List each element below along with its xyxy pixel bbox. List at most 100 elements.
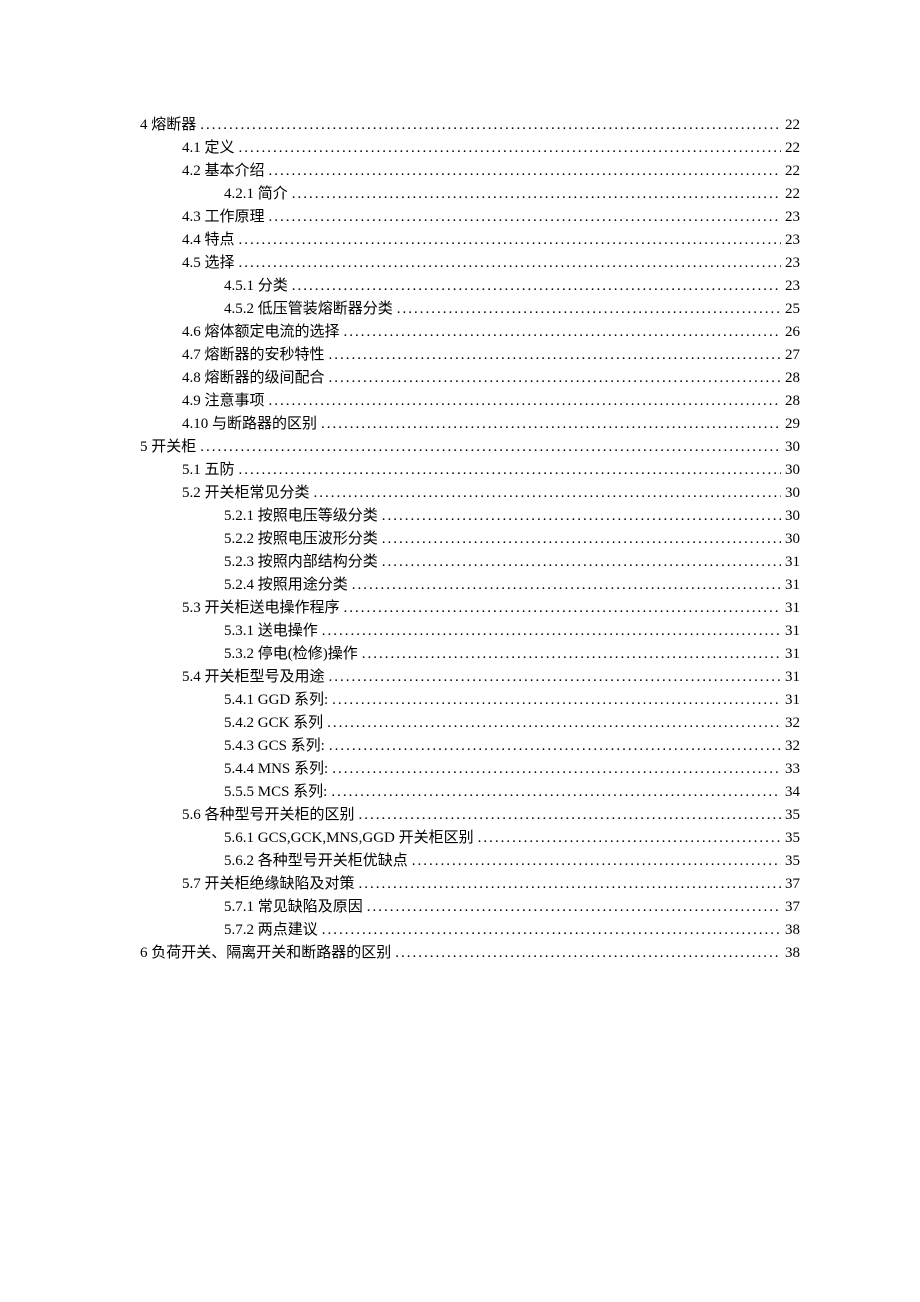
toc-leader-dots: [269, 394, 781, 409]
toc-leader-dots: [412, 854, 781, 869]
toc-entry: 4.6 熔体额定电流的选择 26: [140, 325, 800, 340]
toc-entry: 5.4.2 GCK 系列 32: [140, 716, 800, 731]
toc-entry-page: 37: [781, 900, 800, 915]
toc-entry: 4.8 熔断器的级间配合28: [140, 371, 800, 386]
toc-entry-label: 5.6.1 GCS,GCK,MNS,GGD 开关柜区别: [224, 831, 478, 846]
toc-leader-dots: [322, 624, 781, 639]
toc-entry-label: 5.4.1 GGD 系列:: [224, 693, 332, 708]
toc-entry: 4.1 定义 22: [140, 141, 800, 156]
toc-entry-page: 28: [781, 394, 800, 409]
toc-entry-label: 5.4 开关柜型号及用途: [182, 670, 329, 685]
toc-leader-dots: [382, 555, 781, 570]
toc-entry: 5.1 五防 30: [140, 463, 800, 478]
toc-entry: 5.4.4 MNS 系列:33: [140, 762, 800, 777]
toc-entry-label: 5.2.1 按照电压等级分类: [224, 509, 382, 524]
toc-entry-page: 30: [781, 463, 800, 478]
toc-leader-dots: [359, 808, 781, 823]
toc-entry-label: 4.6 熔体额定电流的选择: [182, 325, 344, 340]
toc-entry-page: 25: [781, 302, 800, 317]
toc-entry-label: 5.2.4 按照用途分类: [224, 578, 352, 593]
toc-leader-dots: [395, 946, 781, 961]
toc-entry: 5.2 开关柜常见分类30: [140, 486, 800, 501]
toc-entry-label: 6 负荷开关、隔离开关和断路器的区别: [140, 946, 395, 961]
toc-entry-page: 34: [781, 785, 800, 800]
toc-entry-label: 4.8 熔断器的级间配合: [182, 371, 329, 386]
toc-entry-label: 4.9 注意事项: [182, 394, 269, 409]
toc-leader-dots: [332, 693, 781, 708]
toc-entry-label: 4.4 特点: [182, 233, 239, 248]
toc-entry-page: 38: [781, 923, 800, 938]
toc-entry-page: 32: [781, 739, 800, 754]
toc-entry-label: 5.6.2 各种型号开关柜优缺点: [224, 854, 412, 869]
toc-entry-page: 27: [781, 348, 800, 363]
toc-entry: 4 熔断器 22: [140, 118, 800, 133]
toc-entry: 5.2.2 按照电压波形分类30: [140, 532, 800, 547]
toc-entry: 4.2 基本介绍22: [140, 164, 800, 179]
toc-entry-page: 22: [781, 118, 800, 133]
toc-entry-label: 4.5 选择: [182, 256, 239, 271]
toc-entry: 4.4 特点23: [140, 233, 800, 248]
toc-entry-page: 22: [781, 141, 800, 156]
toc-entry-label: 4.10 与断路器的区别: [182, 417, 321, 432]
toc-entry: 6 负荷开关、隔离开关和断路器的区别 38: [140, 946, 800, 961]
toc-entry-label: 4.3 工作原理: [182, 210, 269, 225]
toc-entry-page: 23: [781, 210, 800, 225]
toc-entry: 5.4 开关柜型号及用途 31: [140, 670, 800, 685]
toc-entry-label: 4 熔断器: [140, 118, 200, 133]
toc-entry-label: 4.1 定义: [182, 141, 239, 156]
toc-entry-label: 5.1 五防: [182, 463, 239, 478]
toc-entry-label: 5.3.2 停电(检修)操作: [224, 647, 362, 662]
toc-entry: 5.3.2 停电(检修)操作31: [140, 647, 800, 662]
toc-leader-dots: [292, 187, 781, 202]
toc-leader-dots: [269, 164, 781, 179]
toc-leader-dots: [329, 348, 781, 363]
toc-leader-dots: [397, 302, 781, 317]
toc-entry-page: 37: [781, 877, 800, 892]
toc-entry-page: 30: [781, 440, 800, 455]
toc-entry: 5.3.1 送电操作31: [140, 624, 800, 639]
toc-entry-label: 5.6 各种型号开关柜的区别: [182, 808, 359, 823]
toc-leader-dots: [200, 440, 781, 455]
toc-entry: 5.2.3 按照内部结构分类31: [140, 555, 800, 570]
toc-entry-label: 5.5.5 MCS 系列:: [224, 785, 331, 800]
toc-entry: 4.7 熔断器的安秒特性27: [140, 348, 800, 363]
toc-entry: 5.3 开关柜送电操作程序31: [140, 601, 800, 616]
toc-entry-page: 31: [781, 601, 800, 616]
toc-leader-dots: [329, 371, 781, 386]
toc-leader-dots: [321, 417, 781, 432]
toc-entry-page: 22: [781, 164, 800, 179]
toc-leader-dots: [344, 601, 781, 616]
toc-leader-dots: [239, 463, 781, 478]
toc-entry-label: 5.7.2 两点建议: [224, 923, 322, 938]
toc-leader-dots: [327, 716, 781, 731]
toc-entry: 5 开关柜 30: [140, 440, 800, 455]
toc-entry-label: 5.4.4 MNS 系列:: [224, 762, 332, 777]
toc-entry: 5.6.2 各种型号开关柜优缺点 35: [140, 854, 800, 869]
toc-entry: 4.5.1 分类23: [140, 279, 800, 294]
toc-entry-label: 5.2.2 按照电压波形分类: [224, 532, 382, 547]
toc-leader-dots: [367, 900, 781, 915]
toc-entry-label: 5 开关柜: [140, 440, 200, 455]
toc-leader-dots: [382, 509, 781, 524]
toc-entry-page: 30: [781, 509, 800, 524]
toc-entry-label: 5.2 开关柜常见分类: [182, 486, 314, 501]
toc-entry-label: 5.4.2 GCK 系列: [224, 716, 327, 731]
toc-entry-page: 32: [781, 716, 800, 731]
document-page: 4 熔断器224.1 定义224.2 基本介绍224.2.1 简介224.3 工…: [0, 0, 920, 1302]
toc-entry: 4.5 选择23: [140, 256, 800, 271]
toc-leader-dots: [332, 762, 781, 777]
toc-entry: 4.2.1 简介22: [140, 187, 800, 202]
toc-entry-page: 35: [781, 854, 800, 869]
toc-entry-page: 35: [781, 808, 800, 823]
toc-entry-label: 5.3.1 送电操作: [224, 624, 322, 639]
toc-entry-label: 5.4.3 GCS 系列:: [224, 739, 329, 754]
toc-leader-dots: [362, 647, 781, 662]
toc-entry-page: 35: [781, 831, 800, 846]
toc-entry: 4.3 工作原理 23: [140, 210, 800, 225]
toc-entry: 4.5.2 低压管装熔断器分类25: [140, 302, 800, 317]
toc-entry-page: 29: [781, 417, 800, 432]
toc-entry-page: 38: [781, 946, 800, 961]
toc-entry-page: 26: [781, 325, 800, 340]
table-of-contents: 4 熔断器224.1 定义224.2 基本介绍224.2.1 简介224.3 工…: [140, 118, 800, 961]
toc-entry-page: 31: [781, 670, 800, 685]
